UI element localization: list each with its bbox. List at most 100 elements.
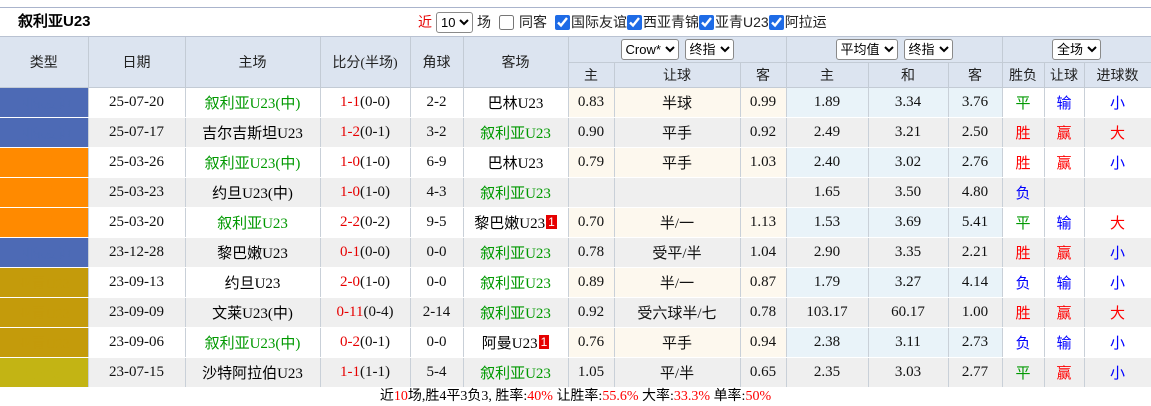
avg-draw-odds: 3.50	[868, 178, 948, 208]
score-cell: 2-2(0-2)	[320, 208, 410, 238]
filter-checkbox-item[interactable]: 西亚青锦	[627, 8, 699, 36]
away-team-link[interactable]: 叙利亚U23	[480, 126, 551, 142]
home-team-cell: 吉尔吉斯坦U23	[185, 118, 320, 148]
average-select[interactable]: 平均值	[836, 39, 898, 60]
fulltime-score: 2-0	[340, 274, 360, 290]
handicap-line: 平手	[614, 148, 740, 178]
stats-summary-segment: 让胜率:	[553, 389, 602, 404]
home-team-link[interactable]: 约旦U23(中)	[212, 186, 293, 202]
away-team-cell: 叙利亚U23	[463, 178, 568, 208]
result-handicap	[1044, 178, 1084, 208]
avg-home-odds: 1.65	[786, 178, 868, 208]
recent-count-select[interactable]: 10	[436, 12, 473, 33]
away-team-link[interactable]: 叙利亚U23	[480, 246, 551, 262]
home-team-link[interactable]: 叙利亚U23(中)	[205, 336, 301, 352]
competition-type-badge: 西亚青锦	[0, 178, 88, 208]
fulltime-score: 1-1	[340, 364, 360, 380]
col-score: 比分(半场)	[320, 37, 410, 88]
average-select-group: 平均值 终指	[786, 37, 1002, 63]
away-team-link[interactable]: 巴林U23	[488, 96, 544, 112]
home-team-link[interactable]: 叙利亚U23	[217, 216, 288, 232]
match-row: 亚青U23 23-09-09 文莱U23(中) 0-11(0-4) 2-14 叙…	[0, 298, 1151, 328]
home-team-cell: 叙利亚U23(中)	[185, 88, 320, 118]
result-handicap: 输	[1044, 88, 1084, 118]
score-cell: 0-11(0-4)	[320, 298, 410, 328]
avg-draw-odds: 3.34	[868, 88, 948, 118]
col-result-handicap: 让球	[1044, 63, 1084, 88]
crow-away-odds	[740, 178, 786, 208]
crow-home-odds: 0.70	[568, 208, 614, 238]
col-corner: 角球	[410, 37, 463, 88]
away-team-link[interactable]: 叙利亚U23	[480, 276, 551, 292]
odds-stage-select-b[interactable]: 终指	[904, 39, 953, 60]
filter-checkbox-label: 亚青U23	[715, 8, 769, 36]
match-date: 25-03-26	[88, 148, 185, 178]
crow-home-odds: 0.79	[568, 148, 614, 178]
avg-draw-odds: 3.35	[868, 238, 948, 268]
stats-summary-segment: 10	[394, 389, 408, 404]
crow-home-odds: 0.83	[568, 88, 614, 118]
home-team-link[interactable]: 吉尔吉斯坦U23	[202, 126, 303, 142]
home-team-link[interactable]: 黎巴嫩U23	[217, 246, 288, 262]
away-team-link[interactable]: 黎巴嫩U23	[474, 216, 545, 232]
stats-summary-segment: 55.6%	[602, 389, 638, 404]
filter-checkbox[interactable]	[699, 15, 714, 30]
result-handicap: 赢	[1044, 238, 1084, 268]
col-result-wdl: 胜负	[1002, 63, 1044, 88]
col-avg-away: 客	[948, 63, 1002, 88]
away-team-cell: 叙利亚U23	[463, 298, 568, 328]
home-team-link[interactable]: 文莱U23(中)	[212, 306, 293, 322]
match-row: 西亚青锦 25-03-26 叙利亚U23(中) 1-0(1-0) 6-9 巴林U…	[0, 148, 1151, 178]
result-wdl: 平	[1002, 208, 1044, 238]
filter-checkbox-item[interactable]: 阿拉运	[769, 8, 827, 36]
result-handicap: 输	[1044, 268, 1084, 298]
fulltime-score: 1-1	[340, 94, 360, 110]
away-team-link[interactable]: 巴林U23	[488, 156, 544, 172]
result-goals: 小	[1084, 268, 1151, 298]
away-team-link[interactable]: 叙利亚U23	[480, 306, 551, 322]
bookmaker-select[interactable]: Crow*	[621, 39, 679, 60]
home-team-cell: 叙利亚U23	[185, 208, 320, 238]
away-team-cell: 叙利亚U23	[463, 238, 568, 268]
filter-checkbox[interactable]	[555, 15, 570, 30]
avg-draw-odds: 3.27	[868, 268, 948, 298]
corner-score: 6-9	[410, 148, 463, 178]
stats-summary-segment: 40%	[527, 389, 553, 404]
filter-checkbox-item[interactable]: 同客	[499, 8, 547, 36]
team-title: 叙利亚U23	[18, 13, 91, 30]
result-goals: 小	[1084, 358, 1151, 388]
crow-away-odds: 1.13	[740, 208, 786, 238]
filter-checkbox[interactable]	[627, 15, 642, 30]
scope-select[interactable]: 全场	[1052, 39, 1101, 60]
filter-checkbox-item[interactable]: 亚青U23	[699, 8, 769, 36]
filter-checkbox[interactable]	[499, 15, 514, 30]
home-team-link[interactable]: 叙利亚U23(中)	[205, 96, 301, 112]
away-team-cell: 巴林U23	[463, 88, 568, 118]
avg-away-odds: 2.73	[948, 328, 1002, 358]
handicap-line: 平/半	[614, 358, 740, 388]
avg-away-odds: 4.14	[948, 268, 1002, 298]
result-goals: 小	[1084, 148, 1151, 178]
home-team-link[interactable]: 约旦U23	[225, 276, 281, 292]
match-date: 25-03-20	[88, 208, 185, 238]
filter-checkbox[interactable]	[769, 15, 784, 30]
away-team-link[interactable]: 叙利亚U23	[480, 186, 551, 202]
home-team-link[interactable]: 叙利亚U23(中)	[205, 156, 301, 172]
crow-away-odds: 0.99	[740, 88, 786, 118]
avg-draw-odds: 3.69	[868, 208, 948, 238]
crow-home-odds: 0.89	[568, 268, 614, 298]
away-team-link[interactable]: 叙利亚U23	[480, 366, 551, 382]
halftime-score: (1-0)	[360, 184, 390, 200]
filter-checkbox-item[interactable]: 国际友谊	[555, 8, 627, 36]
col-avg-draw: 和	[868, 63, 948, 88]
avg-draw-odds: 60.17	[868, 298, 948, 328]
crow-away-odds: 1.03	[740, 148, 786, 178]
avg-draw-odds: 3.02	[868, 148, 948, 178]
away-team-link[interactable]: 阿曼U23	[482, 336, 538, 352]
competition-type-badge: 阿拉运	[0, 358, 88, 388]
odds-stage-select-a[interactable]: 终指	[685, 39, 734, 60]
home-team-link[interactable]: 沙特阿拉伯U23	[202, 366, 303, 382]
match-date: 23-07-15	[88, 358, 185, 388]
avg-home-odds: 1.79	[786, 268, 868, 298]
stats-summary-segment: 50%	[745, 389, 771, 404]
